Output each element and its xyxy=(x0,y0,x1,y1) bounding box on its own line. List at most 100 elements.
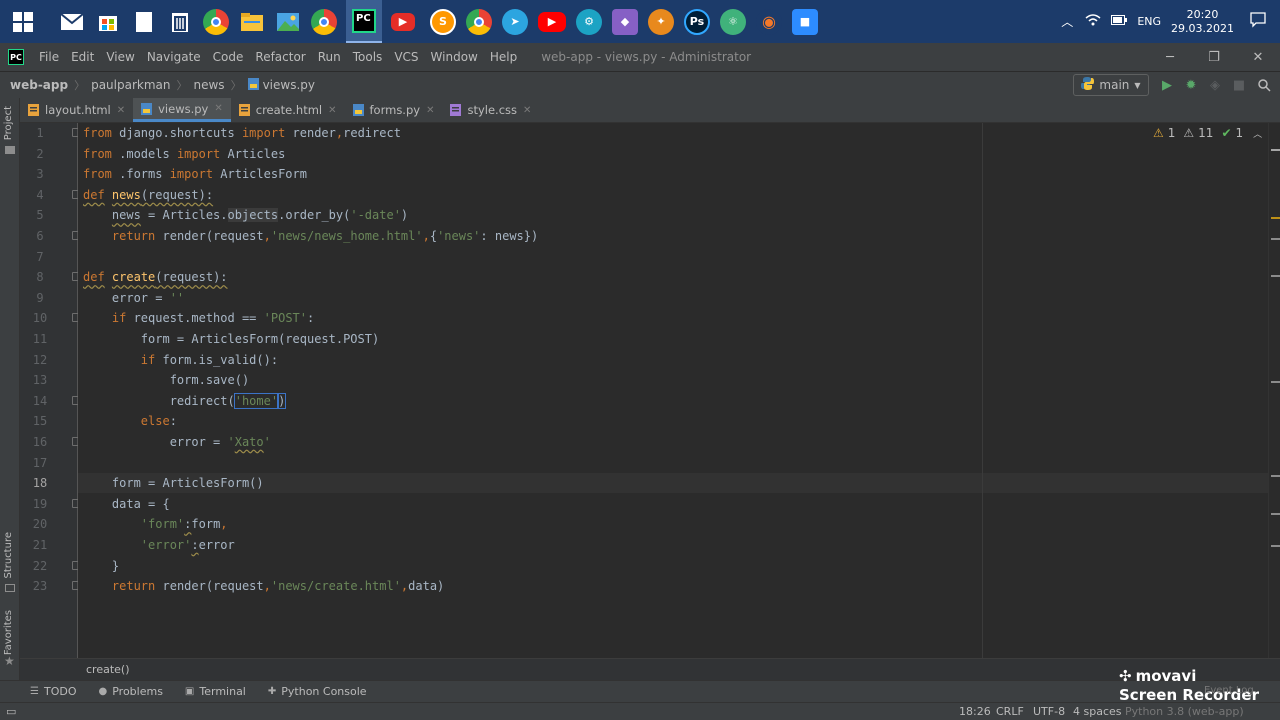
crumb-file[interactable]: views.py xyxy=(263,78,315,92)
menu-help[interactable]: Help xyxy=(484,50,523,64)
mail-icon[interactable] xyxy=(59,9,85,35)
close-icon[interactable]: ✕ xyxy=(117,105,125,116)
close-icon[interactable]: ✕ xyxy=(523,105,531,116)
caret-position[interactable]: 18:26 xyxy=(959,705,991,718)
terminal-tool-button[interactable]: ▣ Terminal xyxy=(185,685,246,698)
menu-tools[interactable]: Tools xyxy=(347,50,389,64)
interpreter-selector[interactable]: main ▼ xyxy=(1073,74,1149,96)
code-line-18: form = ArticlesForm() xyxy=(83,476,264,491)
menu-run[interactable]: Run xyxy=(312,50,347,64)
battery-icon[interactable] xyxy=(1111,15,1128,28)
movavi-icon: ✣ xyxy=(1119,667,1132,685)
atom-icon[interactable]: ⚛ xyxy=(720,8,746,35)
notepad-icon[interactable] xyxy=(131,9,157,35)
code-line-12: if form.is_valid(): xyxy=(140,352,279,367)
editor-scrollbar[interactable] xyxy=(1268,123,1280,658)
structure-tool-button[interactable]: Structure xyxy=(3,532,14,579)
photoshop-icon[interactable]: Ps xyxy=(684,8,710,35)
code-line-22: } xyxy=(83,558,120,573)
line-number-current: 18 xyxy=(32,476,48,491)
search-icon[interactable] xyxy=(1256,77,1272,93)
code-line-19: data = { xyxy=(83,496,170,511)
chevron-up-icon[interactable]: ︿ xyxy=(1061,13,1073,30)
pycharm-taskbar-icon[interactable]: PC xyxy=(346,0,382,43)
visual-studio-icon[interactable]: ◆ xyxy=(612,8,638,35)
close-icon[interactable]: ✕ xyxy=(214,103,222,114)
minimize-icon[interactable]: ─ xyxy=(1148,43,1192,71)
menu-code[interactable]: Code xyxy=(207,50,250,64)
file-explorer-icon[interactable] xyxy=(239,9,265,35)
tab-views-py[interactable]: views.py ✕ xyxy=(133,98,231,122)
wifi-icon[interactable] xyxy=(1085,14,1101,29)
line-number-gutter[interactable]: 1 2 3 4 5 6 7 8 9 10 11 12 13 14 15 16 1… xyxy=(20,123,81,658)
menu-refactor[interactable]: Refactor xyxy=(249,50,311,64)
favorites-tool-button[interactable]: Favorites xyxy=(3,610,14,655)
line-number: 2 xyxy=(36,146,44,161)
notification-icon[interactable] xyxy=(1250,12,1266,31)
chrome-icon[interactable] xyxy=(203,8,229,35)
menu-file[interactable]: File xyxy=(33,50,65,64)
left-tool-strip: Project Structure Favorites ★ xyxy=(0,98,20,680)
problems-tool-button[interactable]: ● Problems xyxy=(98,685,162,698)
zoom-icon[interactable]: ■ xyxy=(792,8,818,35)
clock[interactable]: 20:20 29.03.2021 xyxy=(1171,8,1234,36)
menu-vcs[interactable]: VCS xyxy=(388,50,424,64)
line-separator[interactable]: CRLF xyxy=(996,705,1024,718)
stop-icon[interactable]: ■ xyxy=(1231,77,1247,93)
close-icon[interactable]: ✕ xyxy=(328,105,336,116)
menu-edit[interactable]: Edit xyxy=(65,50,100,64)
tab-label: layout.html xyxy=(45,103,111,117)
restore-icon[interactable]: ❐ xyxy=(1192,43,1236,71)
python-logo-icon xyxy=(1081,77,1095,93)
windows-start-icon[interactable] xyxy=(10,9,36,35)
menu-view[interactable]: View xyxy=(100,50,140,64)
crumb-project[interactable]: web-app xyxy=(10,78,68,92)
coverage-icon[interactable]: ◈ xyxy=(1207,77,1223,93)
line-number: 7 xyxy=(36,249,44,264)
recycle-bin-icon[interactable] xyxy=(167,9,193,35)
youtube-icon[interactable]: ▶ xyxy=(538,11,566,32)
tab-layout-html[interactable]: layout.html ✕ xyxy=(20,98,133,122)
debug-icon[interactable]: ✹ xyxy=(1183,77,1199,93)
project-tool-button[interactable]: Project xyxy=(3,106,14,140)
menu-navigate[interactable]: Navigate xyxy=(141,50,207,64)
crumb-folder-news[interactable]: news xyxy=(194,78,225,92)
css-file-icon xyxy=(450,104,462,116)
close-icon[interactable]: ✕ xyxy=(426,105,434,116)
telegram-icon[interactable]: ➤ xyxy=(502,8,528,35)
function-breadcrumb[interactable]: create() xyxy=(86,663,130,676)
menu-window[interactable]: Window xyxy=(425,50,484,64)
close-icon[interactable]: ✕ xyxy=(1236,43,1280,71)
crumb-folder-paulparkman[interactable]: paulparkman xyxy=(91,78,170,92)
line-number: 12 xyxy=(32,352,48,367)
inspection-widget[interactable]: ⚠ 1 ⚠ 11 ✔ 1 ︿ ﹀ xyxy=(1153,126,1279,140)
chrome-remote-icon[interactable] xyxy=(311,8,337,35)
toggle-tool-windows-icon[interactable]: ▭ xyxy=(6,705,16,718)
network-tool-icon[interactable]: ⚙ xyxy=(576,8,602,35)
python-console-tool-button[interactable]: ✚ Python Console xyxy=(268,685,367,698)
file-encoding[interactable]: UTF-8 xyxy=(1033,705,1065,718)
photos-icon[interactable] xyxy=(275,9,301,35)
tab-style-css[interactable]: style.css ✕ xyxy=(442,98,539,122)
line-number: 9 xyxy=(36,290,44,305)
store-icon[interactable] xyxy=(95,9,121,35)
reader-icon[interactable]: ✦ xyxy=(648,8,674,35)
tab-create-html[interactable]: create.html ✕ xyxy=(231,98,345,122)
code-editor[interactable]: from django.shortcuts import render,redi… xyxy=(78,123,1268,658)
tab-label: views.py xyxy=(158,101,209,116)
tab-forms-py[interactable]: forms.py ✕ xyxy=(345,98,443,122)
run-icon[interactable]: ▶ xyxy=(1159,77,1175,93)
blender-icon[interactable]: ◉ xyxy=(756,8,782,35)
todo-tool-button[interactable]: ☰ TODO xyxy=(30,685,76,698)
indent-setting[interactable]: 4 spaces xyxy=(1073,705,1122,718)
sublime-text-icon[interactable]: S xyxy=(430,8,456,35)
event-log-button[interactable]: Event Log xyxy=(1204,685,1254,696)
youtube-app-icon[interactable]: ▶ xyxy=(391,12,415,31)
scroll-mark xyxy=(1271,381,1280,383)
chrome-icon-2[interactable] xyxy=(466,8,492,35)
screen-recorder-watermark: Event Log ✣ movavi Screen Recorder xyxy=(1119,667,1269,711)
window-title: web-app - views.py - Administrator xyxy=(541,50,752,64)
chevron-up-icon[interactable]: ︿ xyxy=(1253,127,1262,140)
language-indicator[interactable]: ENG xyxy=(1137,15,1161,28)
html-file-icon xyxy=(28,104,39,116)
